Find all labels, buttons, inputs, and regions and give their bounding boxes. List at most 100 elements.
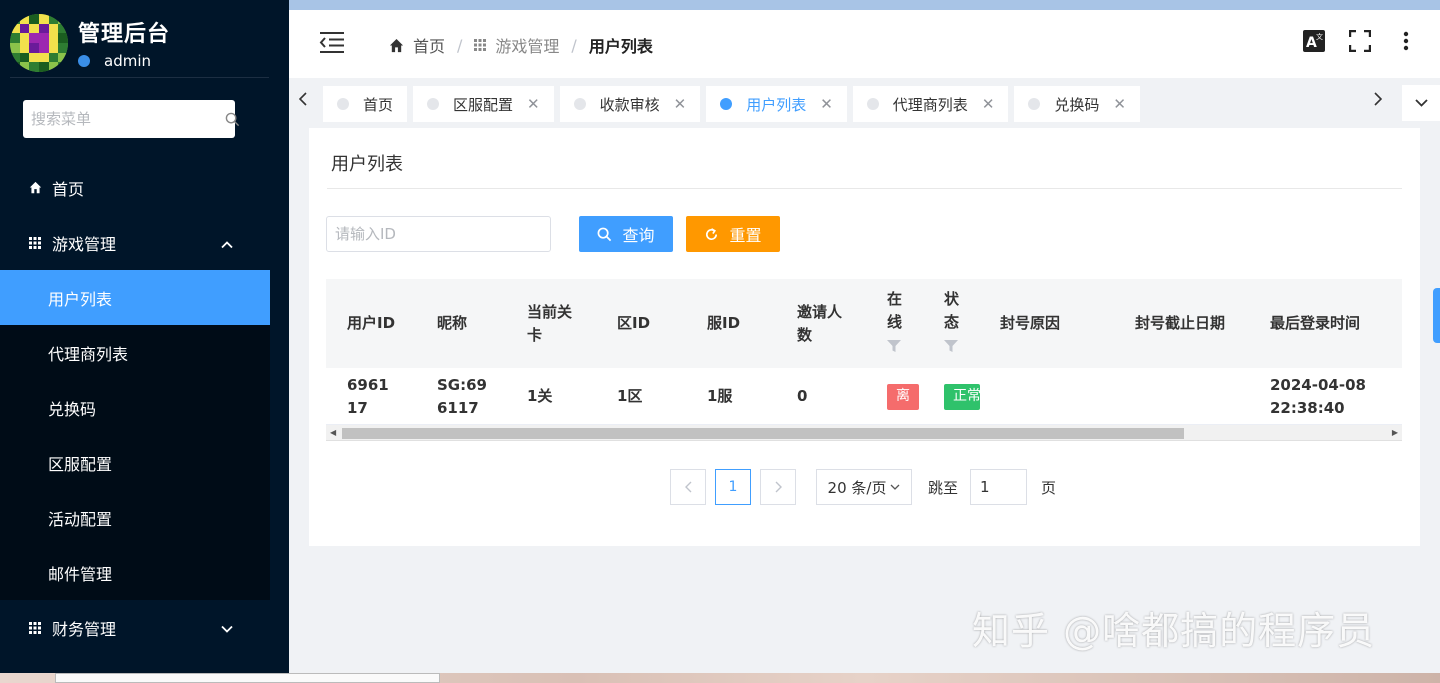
page-size-select[interactable]: 20 条/页 bbox=[816, 469, 912, 505]
sidebar-item-game-management[interactable]: 游戏管理 bbox=[0, 215, 289, 270]
translate-icon[interactable]: A文 bbox=[1302, 28, 1326, 54]
taskbar-window bbox=[55, 673, 440, 683]
close-icon[interactable]: ✕ bbox=[527, 95, 540, 113]
tab-label: 收款审核 bbox=[599, 95, 660, 114]
query-button[interactable]: 查询 bbox=[579, 216, 673, 252]
cell-status: 正常 bbox=[944, 368, 980, 425]
menu-search-input[interactable] bbox=[23, 100, 225, 138]
sidebar-menu: 首页 游戏管理 用户列表 代理商列表 兑换码 区服配置 活动配置 邮件管理 财务… bbox=[0, 160, 289, 655]
cell-user-id: 696117 bbox=[347, 375, 389, 417]
tab-dot bbox=[573, 98, 586, 110]
grid-icon bbox=[28, 236, 42, 250]
grid-icon bbox=[474, 39, 487, 51]
top-accent-line bbox=[289, 0, 1440, 10]
cell-server-id: 1服 bbox=[707, 387, 733, 405]
tab-bar: 首页 区服配置 ✕ 收款审核 ✕ 用户列表 ✕ 代理商列表 ✕ 兑换码 ✕ bbox=[289, 78, 1440, 126]
close-icon[interactable]: ✕ bbox=[820, 95, 833, 113]
col-header-user-id: 用户ID bbox=[347, 314, 396, 332]
tab-dot bbox=[720, 98, 733, 110]
filter-icon[interactable] bbox=[944, 336, 964, 359]
cell-online: 离 bbox=[887, 368, 919, 425]
filter-icon[interactable] bbox=[887, 336, 907, 359]
sidebar-item-user-list[interactable]: 用户列表 bbox=[0, 270, 270, 325]
tab-payment-review[interactable]: 收款审核 ✕ bbox=[559, 86, 701, 122]
app-title: 管理后台 bbox=[78, 22, 171, 47]
col-header-label: 在线 bbox=[887, 290, 903, 331]
tab-label: 用户列表 bbox=[746, 95, 807, 114]
cell-invites: 0 bbox=[797, 387, 808, 405]
scroll-left-arrow-icon[interactable]: ◀ bbox=[330, 428, 336, 437]
chevron-right-icon[interactable] bbox=[1374, 92, 1383, 110]
sidebar-item-activity-config[interactable]: 活动配置 bbox=[0, 490, 270, 545]
user-table: 用户ID 昵称 当前关卡 区ID 服ID 邀请人数 在线 状态 封号原因 封号截… bbox=[326, 279, 1402, 441]
sidebar-item-mail-management[interactable]: 邮件管理 bbox=[0, 545, 270, 600]
sidebar-item-label: 首页 bbox=[52, 179, 85, 199]
cell-zone-id: 1区 bbox=[617, 387, 643, 405]
username: admin bbox=[104, 52, 151, 70]
close-icon[interactable]: ✕ bbox=[982, 95, 995, 113]
close-icon[interactable]: ✕ bbox=[674, 95, 687, 113]
col-header-ban-until: 封号截止日期 bbox=[1135, 314, 1226, 332]
reset-button[interactable]: 重置 bbox=[686, 216, 780, 252]
jump-unit-label: 页 bbox=[1041, 478, 1057, 497]
query-button-label: 查询 bbox=[622, 226, 655, 245]
id-search-input[interactable] bbox=[326, 216, 551, 252]
scroll-right-arrow-icon[interactable]: ▶ bbox=[1392, 428, 1398, 437]
breadcrumb-label: 游戏管理 bbox=[495, 37, 560, 56]
game-management-submenu: 用户列表 代理商列表 兑换码 区服配置 活动配置 邮件管理 bbox=[0, 270, 270, 600]
chevron-down-icon bbox=[890, 484, 900, 490]
fullscreen-icon[interactable] bbox=[1348, 28, 1372, 54]
logo-divider bbox=[10, 77, 269, 78]
horizontal-scrollbar[interactable]: ◀ ▶ bbox=[326, 425, 1402, 441]
next-page-button[interactable] bbox=[760, 469, 796, 505]
search-icon[interactable] bbox=[225, 112, 240, 127]
home-icon bbox=[389, 38, 404, 53]
sidebar-item-home[interactable]: 首页 bbox=[0, 160, 289, 215]
col-header-online: 在线 bbox=[887, 279, 907, 368]
table-header: 用户ID 昵称 当前关卡 区ID 服ID 邀请人数 在线 状态 封号原因 封号截… bbox=[326, 279, 1402, 368]
sidebar-item-agent-list[interactable]: 代理商列表 bbox=[0, 325, 270, 380]
pagination: 1 20 条/页 跳至 页 bbox=[670, 469, 1056, 505]
home-icon bbox=[28, 181, 42, 195]
tab-home[interactable]: 首页 bbox=[323, 86, 408, 122]
page-number-button[interactable]: 1 bbox=[715, 469, 751, 505]
cell-last-login: 2024-04-08 22:38:40 bbox=[1270, 375, 1366, 417]
chevron-down-icon bbox=[1414, 95, 1428, 111]
more-vertical-icon[interactable] bbox=[1394, 28, 1418, 54]
tab-label: 首页 bbox=[363, 95, 394, 114]
prev-page-button[interactable] bbox=[670, 469, 706, 505]
jump-page-input[interactable] bbox=[970, 469, 1028, 505]
close-icon[interactable]: ✕ bbox=[1113, 95, 1126, 113]
svg-text:文: 文 bbox=[1316, 32, 1323, 41]
refresh-icon bbox=[704, 227, 719, 242]
table-row[interactable]: 696117 SG:696117 1关 1区 1服 0 离 正常 2024-04… bbox=[326, 368, 1402, 425]
search-icon bbox=[597, 227, 612, 242]
breadcrumb-separator: / bbox=[571, 35, 577, 55]
tab-label: 区服配置 bbox=[453, 95, 514, 114]
scrollbar-thumb[interactable] bbox=[342, 428, 1184, 439]
reset-button-label: 重置 bbox=[729, 226, 762, 245]
tabs-dropdown-button[interactable] bbox=[1402, 85, 1440, 121]
col-header-last-login: 最后登录时间 bbox=[1270, 314, 1361, 332]
page-title: 用户列表 bbox=[331, 154, 403, 175]
tab-user-list[interactable]: 用户列表 ✕ bbox=[706, 86, 847, 122]
breadcrumb-home[interactable]: 首页 bbox=[389, 33, 445, 57]
sidebar-item-redeem-code[interactable]: 兑换码 bbox=[0, 380, 270, 435]
col-header-server-id: 服ID bbox=[707, 314, 741, 332]
sidebar-item-server-config[interactable]: 区服配置 bbox=[0, 435, 270, 490]
watermark: 知乎 @啥都搞的程序员 bbox=[972, 609, 1376, 653]
breadcrumb-game-management[interactable]: 游戏管理 bbox=[474, 33, 559, 57]
grid-icon bbox=[28, 621, 42, 635]
header: 首页 / 游戏管理 / 用户列表 A文 bbox=[289, 10, 1440, 78]
sidebar-item-finance[interactable]: 财务管理 bbox=[0, 600, 289, 655]
tab-redeem-code[interactable]: 兑换码 ✕ bbox=[1014, 86, 1140, 122]
tab-server-config[interactable]: 区服配置 ✕ bbox=[413, 86, 554, 122]
page-scroll-indicator[interactable] bbox=[1433, 288, 1440, 343]
sidebar-item-label: 财务管理 bbox=[52, 619, 117, 639]
sidebar: 管理后台 admin 首页 游戏管理 bbox=[0, 0, 289, 683]
chevron-left-icon[interactable] bbox=[298, 92, 307, 110]
menu-fold-icon[interactable] bbox=[319, 30, 345, 58]
tab-agent-list[interactable]: 代理商列表 ✕ bbox=[852, 86, 1009, 122]
tab-dot bbox=[427, 98, 440, 110]
breadcrumb-current: 用户列表 bbox=[588, 37, 653, 56]
